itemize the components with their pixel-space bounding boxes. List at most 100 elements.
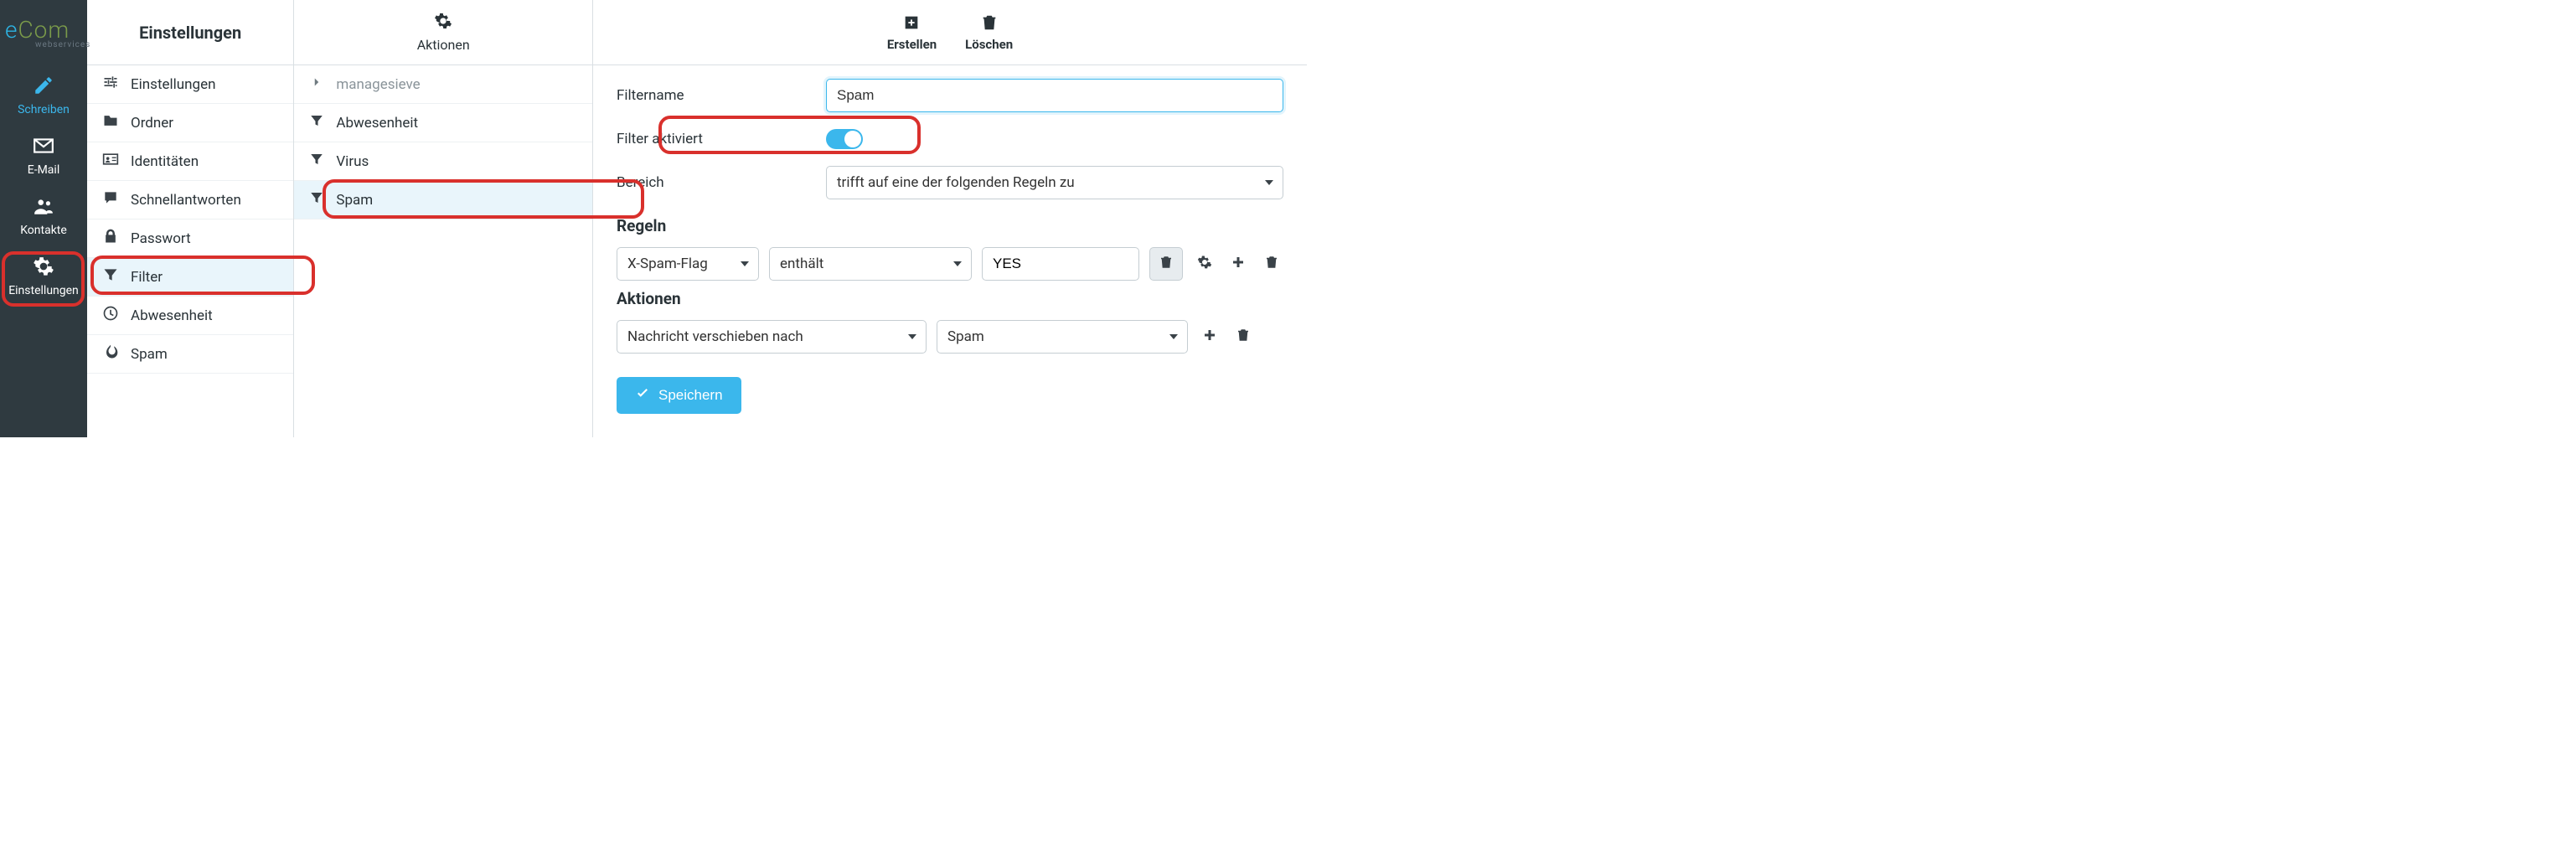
editor-toolbar: Erstellen Löschen <box>593 0 1307 65</box>
actions-header: Aktionen <box>294 0 592 65</box>
filter-item-label: Virus <box>336 153 369 170</box>
nav-contacts[interactable]: Kontakte <box>0 186 87 246</box>
action-target-wrap: Spam <box>937 320 1188 354</box>
folder-icon <box>102 112 119 133</box>
settings-item-responses[interactable]: Schnellantworten <box>87 181 293 219</box>
settings-item-spam[interactable]: Spam <box>87 335 293 374</box>
gear-icon <box>434 12 452 37</box>
nav-settings-label: Einstellungen <box>8 284 79 297</box>
settings-item-preferences[interactable]: Einstellungen <box>87 65 293 104</box>
settings-item-absence[interactable]: Abwesenheit <box>87 297 293 335</box>
settings-item-label: Spam <box>131 346 168 363</box>
filter-icon <box>309 113 324 132</box>
nav-compose-label: Schreiben <box>18 103 70 116</box>
app-logo: eCom webservices <box>0 0 87 65</box>
filter-icon <box>309 190 324 209</box>
rule-advanced-button[interactable] <box>1193 247 1216 281</box>
scope-select-wrap: trifft auf eine der folgenden Regeln zu <box>826 166 1283 199</box>
actions-header-label: Aktionen <box>417 37 470 53</box>
plus-icon <box>1231 255 1246 273</box>
trash-icon <box>1264 255 1279 273</box>
enabled-label: Filter aktiviert <box>617 131 826 147</box>
rule-op-wrap: enthält <box>769 247 972 281</box>
rule-field-wrap: X-Spam-Flag <box>617 247 759 281</box>
settings-item-label: Identitäten <box>131 153 199 170</box>
filterset-heading[interactable]: managesieve <box>294 65 592 104</box>
filter-icon <box>309 152 324 171</box>
filter-item-label: Spam <box>336 192 373 209</box>
action-add-button[interactable] <box>1198 320 1221 354</box>
rule-value-input[interactable] <box>982 247 1139 281</box>
rule-delete-button[interactable] <box>1149 247 1183 281</box>
settings-item-label: Ordner <box>131 115 173 132</box>
delete-label: Löschen <box>965 37 1013 52</box>
rule-remove-button[interactable] <box>1260 247 1283 281</box>
trash-icon <box>1236 328 1251 346</box>
action-remove-button[interactable] <box>1231 320 1255 354</box>
speech-icon <box>102 189 119 210</box>
settings-item-label: Passwort <box>131 230 191 247</box>
action-type-wrap: Nachricht verschieben nach <box>617 320 927 354</box>
action-type-select[interactable]: Nachricht verschieben nach <box>617 320 927 354</box>
scope-label: Bereich <box>617 174 826 191</box>
gear-icon <box>33 256 54 281</box>
chevron-right-icon <box>309 75 324 94</box>
nav-mail[interactable]: E-Mail <box>0 126 87 186</box>
create-label: Erstellen <box>887 37 937 52</box>
filtername-label: Filtername <box>617 87 826 104</box>
gear-icon <box>1197 255 1212 273</box>
filter-list: managesieve Abwesenheit Virus Spam <box>294 65 592 437</box>
delete-button[interactable]: Löschen <box>965 13 1013 52</box>
filter-item-spam[interactable]: Spam <box>294 181 592 219</box>
settings-item-password[interactable]: Passwort <box>87 219 293 258</box>
nav-settings[interactable]: Einstellungen <box>0 246 87 307</box>
trash-icon <box>980 13 999 37</box>
rule-field-select[interactable]: X-Spam-Flag <box>617 247 759 281</box>
compose-icon <box>33 75 54 100</box>
settings-list: Einstellungen Ordner Identitäten Schnell… <box>87 65 293 437</box>
filtername-input[interactable] <box>826 79 1283 112</box>
plus-square-icon <box>902 13 921 37</box>
settings-item-label: Einstellungen <box>131 76 216 93</box>
filter-icon <box>102 266 119 287</box>
settings-item-label: Filter <box>131 269 163 286</box>
nav-compose[interactable]: Schreiben <box>0 65 87 126</box>
actions-column: Aktionen managesieve Abwesenheit Virus S… <box>294 0 593 437</box>
rule-add-button[interactable] <box>1226 247 1250 281</box>
row-enabled: Filter aktiviert <box>617 129 1283 149</box>
settings-item-folders[interactable]: Ordner <box>87 104 293 142</box>
nav-contacts-label: Kontakte <box>20 224 67 237</box>
clock-icon <box>102 305 119 326</box>
action-target-select[interactable]: Spam <box>937 320 1188 354</box>
plus-icon <box>1202 328 1217 346</box>
settings-item-filter[interactable]: Filter <box>87 258 293 297</box>
rule-row: X-Spam-Flag enthält <box>617 247 1283 281</box>
nav-mail-label: E-Mail <box>28 163 59 177</box>
trash-icon <box>1159 255 1174 273</box>
enabled-toggle[interactable] <box>826 129 863 149</box>
filter-item-virus[interactable]: Virus <box>294 142 592 181</box>
idcard-icon <box>102 151 119 172</box>
filter-editor: Erstellen Löschen Filtername Filter akti… <box>593 0 1307 437</box>
actions-header: Aktionen <box>617 289 1283 308</box>
filter-item-absence[interactable]: Abwesenheit <box>294 104 592 142</box>
save-label: Speichern <box>658 387 723 404</box>
settings-item-label: Abwesenheit <box>131 307 213 324</box>
save-button[interactable]: Speichern <box>617 377 741 414</box>
mail-icon <box>33 135 54 160</box>
settings-header: Einstellungen <box>87 0 293 65</box>
row-filtername: Filtername <box>617 79 1283 112</box>
action-row: Nachricht verschieben nach Spam <box>617 320 1283 354</box>
create-button[interactable]: Erstellen <box>887 13 937 52</box>
scope-select[interactable]: trifft auf eine der folgenden Regeln zu <box>826 166 1283 199</box>
rule-op-select[interactable]: enthält <box>769 247 972 281</box>
contacts-icon <box>33 195 54 220</box>
logo-sub: webservices <box>5 40 87 49</box>
row-scope: Bereich trifft auf eine der folgenden Re… <box>617 166 1283 199</box>
settings-column: Einstellungen Einstellungen Ordner Ident… <box>87 0 294 437</box>
settings-item-identities[interactable]: Identitäten <box>87 142 293 181</box>
nav-rail: eCom webservices Schreiben E-Mail Kontak… <box>0 0 87 437</box>
settings-item-label: Schnellantworten <box>131 192 241 209</box>
filterset-name: managesieve <box>336 76 420 93</box>
filter-form: Filtername Filter aktiviert Bereich trif… <box>593 65 1307 437</box>
